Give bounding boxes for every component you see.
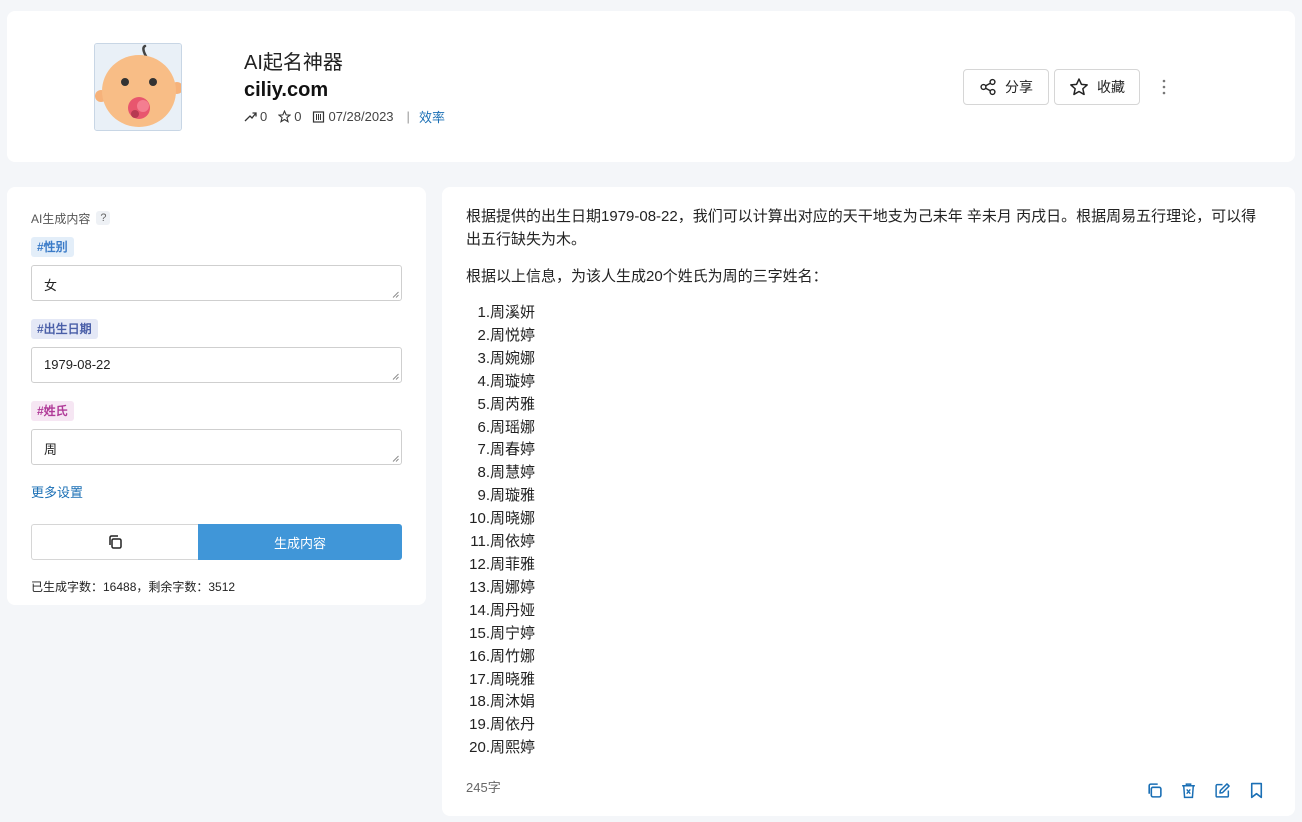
list-item: 3. 周婉娜 xyxy=(477,349,536,367)
favorite-label: 收藏 xyxy=(1097,79,1125,95)
resize-grip-icon[interactable] xyxy=(392,291,399,298)
list-item: 11. 周依婷 xyxy=(470,533,536,551)
trending-up-icon xyxy=(244,112,257,122)
copy-icon xyxy=(109,535,122,549)
app-domain: ciliy.com xyxy=(244,79,329,101)
more-vertical-icon xyxy=(1162,79,1166,95)
list-item: 17. 周晓雅 xyxy=(469,670,536,688)
list-item: 19. 周依丹 xyxy=(469,716,536,734)
date-stat: 07/28/2023 xyxy=(312,109,394,124)
list-item: 2. 周悦婷 xyxy=(477,326,536,344)
meta-separator: | xyxy=(406,109,410,124)
usage-stats: 已生成字数：16488，剩余字数：3512 xyxy=(31,580,236,594)
surname-value: 周 xyxy=(44,442,58,457)
list-item: 4. 周璇婷 xyxy=(477,372,536,390)
star-outline-icon xyxy=(278,110,292,123)
edit-icon xyxy=(1214,782,1230,798)
list-item: 10. 周晓娜 xyxy=(469,510,536,528)
calendar-icon xyxy=(313,111,325,123)
result-toolbar xyxy=(1145,781,1265,799)
list-item: 15. 周宁婷 xyxy=(469,624,536,642)
list-item: 20. 周熙婷 xyxy=(469,739,536,757)
star-count: 0 xyxy=(294,109,302,124)
share-button[interactable]: 分享 xyxy=(963,69,1049,105)
copy-result-button[interactable] xyxy=(1145,781,1163,799)
category-link[interactable]: 效率 xyxy=(419,107,445,126)
favorite-button[interactable]: 收藏 xyxy=(1054,69,1140,105)
list-item: 9. 周璇雅 xyxy=(477,487,536,505)
app-header-card: AI起名神器 ciliy.com 0 0 07/28/2023 | 效率 分享 … xyxy=(7,11,1295,162)
generate-button[interactable]: 生成内容 xyxy=(198,524,402,560)
star-icon xyxy=(1070,78,1088,96)
list-item: 12. 周菲雅 xyxy=(469,555,536,573)
bookmark-result-button[interactable] xyxy=(1247,781,1265,799)
gender-input[interactable]: 女 xyxy=(31,265,402,301)
bookmark-icon xyxy=(1250,782,1262,798)
app-logo xyxy=(94,43,182,131)
app-meta: 0 0 07/28/2023 | 效率 xyxy=(244,107,445,126)
share-icon xyxy=(980,78,996,96)
star-stat: 0 xyxy=(278,109,301,124)
resize-grip-icon[interactable] xyxy=(392,455,399,462)
baby-face-icon xyxy=(95,44,181,130)
header-actions: 分享 收藏 xyxy=(963,69,1173,105)
list-item: 6. 周瑶娜 xyxy=(477,418,536,436)
form-actions: 生成内容 xyxy=(31,524,402,560)
more-settings-link[interactable]: 更多设置 xyxy=(31,485,83,500)
list-item: 5. 周芮雅 xyxy=(477,395,536,413)
name-list: 1. 周溪妍 2. 周悦婷 3. 周婉娜 4. 周璇婷 5. 周芮雅 6. 周瑶娜 7. 周春… xyxy=(466,302,1271,760)
list-item: 16. 周竹娜 xyxy=(469,647,536,665)
publish-date: 07/28/2023 xyxy=(328,109,394,124)
trash-icon xyxy=(1181,782,1195,798)
share-label: 分享 xyxy=(1005,79,1033,95)
list-item: 13. 周娜婷 xyxy=(469,578,536,596)
list-item: 18. 周沐娟 xyxy=(469,693,536,711)
result-card: 根据提供的出生日期1979-08-22，我们可以计算出对应的天干地支为己未年 辛… xyxy=(442,187,1295,816)
trend-count: 0 xyxy=(260,109,268,124)
app-title: AI起名神器 xyxy=(244,52,343,74)
birthdate-input[interactable]: 1979-08-22 xyxy=(31,347,402,383)
field-tag-gender: #性别 xyxy=(31,237,74,257)
delete-result-button[interactable] xyxy=(1179,781,1197,799)
form-section-label: AI生成内容 xyxy=(31,211,91,226)
list-item: 8. 周慧婷 xyxy=(477,464,536,482)
gender-value: 女 xyxy=(44,278,58,293)
field-tag-surname: #姓氏 xyxy=(31,401,74,421)
result-intro: 根据提供的出生日期1979-08-22，我们可以计算出对应的天干地支为己未年 辛… xyxy=(466,208,1257,248)
list-item: 14. 周丹娅 xyxy=(469,601,536,619)
birthdate-value: 1979-08-22 xyxy=(44,357,111,372)
surname-input[interactable]: 周 xyxy=(31,429,402,465)
list-item: 1. 周溪妍 xyxy=(477,304,536,321)
result-lead: 根据以上信息，为该人生成20个姓氏为周的三字姓名： xyxy=(466,268,828,285)
input-form-card: AI生成内容 ? #性别 女 #出生日期 1979-08-22 #姓氏 周 更多… xyxy=(7,187,426,605)
help-icon[interactable]: ? xyxy=(96,211,111,225)
copy-icon xyxy=(1147,782,1162,798)
more-options-button[interactable] xyxy=(1155,69,1173,105)
list-item: 7. 周春婷 xyxy=(477,441,536,459)
resize-grip-icon[interactable] xyxy=(392,373,399,380)
form-section-title: AI生成内容 ? xyxy=(31,211,402,226)
copy-button[interactable] xyxy=(31,524,198,560)
edit-result-button[interactable] xyxy=(1213,781,1231,799)
field-tag-birthdate: #出生日期 xyxy=(31,319,98,339)
word-count: 245字 xyxy=(466,780,501,795)
trend-stat: 0 xyxy=(244,109,267,124)
